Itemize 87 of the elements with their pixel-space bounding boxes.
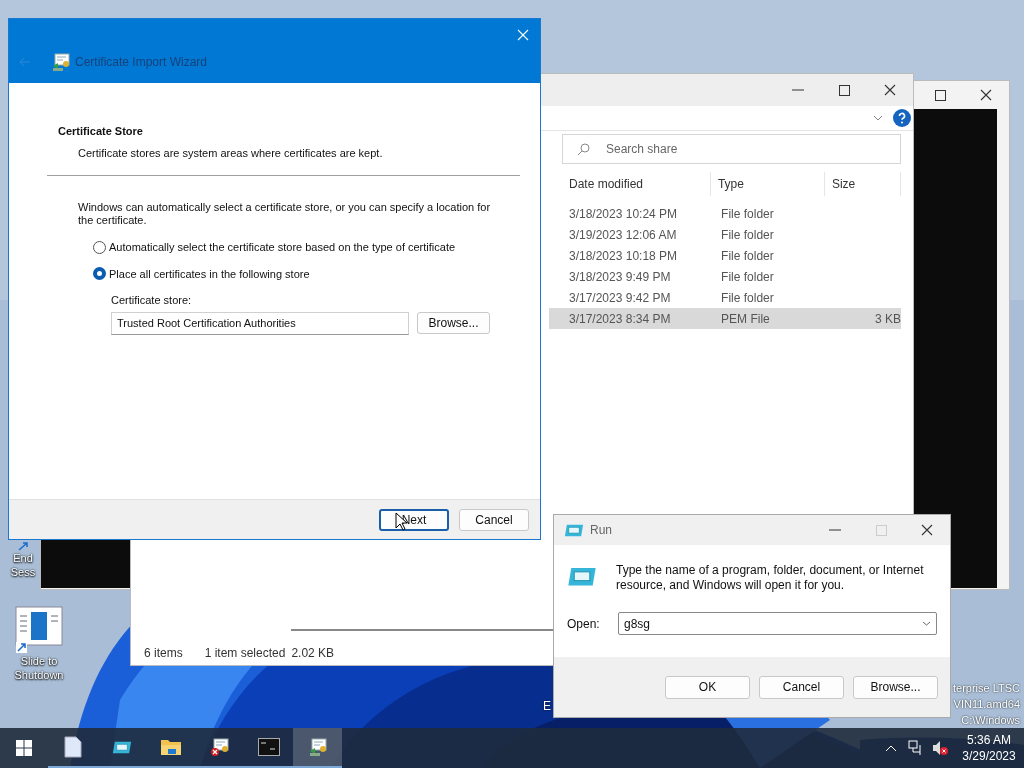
taskbar-app[interactable] [293,728,342,768]
certificate-error-icon [209,737,230,757]
file-row[interactable]: 3/18/2023 10:18 PM File folder [549,245,901,266]
section-heading: Certificate Store [57,124,144,139]
date-cell-text: 3/17/2023 9:42 PM [568,289,672,307]
date-cell-text: 3/17/2023 8:34 PM [568,310,672,328]
close-icon [980,89,992,101]
chevron-up-icon [885,744,897,752]
clock-time: 5:36 AM [967,732,1011,748]
folder-icon [159,738,182,756]
desktop-build-text: VIN11.amd64 [953,697,1020,712]
run-description: Type the name of a program, folder, document, or Internet resource, and Windows will open it for you. [616,563,925,593]
item-count: 6 items [144,645,183,662]
type-cell-text: File folder [720,289,775,307]
desktop-build-text: terprise LTSC [952,681,1020,696]
column-header[interactable]: Type [710,172,825,196]
file-row[interactable]: 3/17/2023 9:42 PM File folder [549,287,901,308]
icon-label: Slide to [20,654,58,668]
browse-button[interactable]: Browse... [853,675,938,699]
column-header[interactable]: Size [824,172,901,196]
certificate-icon [307,737,328,757]
back-arrow-icon [19,57,31,67]
date-cell-text: 3/18/2023 9:49 PM [568,268,672,286]
run-icon [111,740,132,754]
browse-button[interactable]: Browse... [417,312,490,334]
radio-option[interactable]: Automatically select the certificate store based on the type of certificate [93,239,540,256]
size-cell-text: 3 KB [874,310,901,328]
file-row[interactable]: 3/17/2023 8:34 PM PEM File 3 KB [549,308,901,329]
chevron-down-icon [922,621,931,626]
type-cell-text: File folder [720,205,775,223]
selection-size: 2.02 KB [291,645,335,662]
run-icon [567,567,597,587]
type-cell-text: PEM File [720,310,771,328]
close-button[interactable] [516,28,530,42]
window-title: Run [590,522,612,539]
section-description: Certificate stores are system areas where certificates are kept. [77,145,384,161]
radio-button[interactable] [93,240,106,254]
slideshow-icon [15,606,63,654]
search-field[interactable]: Search share [562,134,901,164]
file-row[interactable]: 3/19/2023 12:06 AM File folder [549,224,901,245]
next-button[interactable]: Next [379,508,449,531]
cancel-button[interactable]: Cancel [759,675,844,699]
file-row[interactable]: 3/18/2023 9:49 PM File folder [549,266,901,287]
maximize-icon [838,84,850,96]
close-icon [884,84,896,96]
icon-label: Sess [10,565,36,579]
selection-status: 1 item selected [204,645,286,662]
type-cell-text: File folder [720,247,775,265]
certificate-store-field[interactable]: Trusted Root Certification Authorities [111,311,409,335]
date-cell-text: 3/18/2023 10:18 PM [568,247,679,265]
open-combo-box[interactable]: g8sg [618,612,937,635]
maximize-icon [875,524,887,536]
search-icon [577,142,590,156]
network-icon [908,740,924,756]
type-cell-text: File folder [720,268,775,286]
shortcut-arrow-icon [17,541,29,551]
muted-speaker-icon [932,740,948,756]
open-label: Open: [567,615,600,633]
cancel-button[interactable]: Cancel [459,508,529,531]
run-icon [564,523,584,537]
minimize-icon [792,89,804,91]
date-cell-text: 3/18/2023 10:24 PM [568,205,679,223]
date-cell-text: 3/19/2023 12:06 AM [568,226,678,244]
intro-text: Windows can automatically select a certificate store, or you can specify a location for the certificate. [78,201,492,227]
document-icon [63,736,82,758]
column-header[interactable]: Date modified [562,172,711,196]
help-icon [893,109,911,127]
certificate-icon [51,52,71,72]
type-cell-text: File folder [720,226,775,244]
close-icon [517,29,529,41]
clock-date: 3/29/2023 [962,748,1016,764]
desktop-build-text: E [543,698,551,715]
close-icon [921,524,933,536]
chevron-down-icon [873,115,883,121]
radio-option[interactable]: Place all certificates in the following store [93,265,540,282]
window-title: Certificate Import Wizard [75,54,208,71]
minimize-icon [829,529,841,531]
ok-button[interactable]: OK [665,675,750,699]
file-row[interactable]: 3/18/2023 10:24 PM File folder [549,203,901,224]
radio-button[interactable] [93,267,106,281]
maximize-icon [934,89,946,101]
windows-logo-icon [16,740,32,756]
icon-label: Shutdown [14,668,64,682]
field-label: Certificate store: [111,293,193,308]
terminal-icon [257,738,280,756]
desktop-build-text: C:\Windows [961,713,1020,728]
icon-label: End [13,551,33,565]
